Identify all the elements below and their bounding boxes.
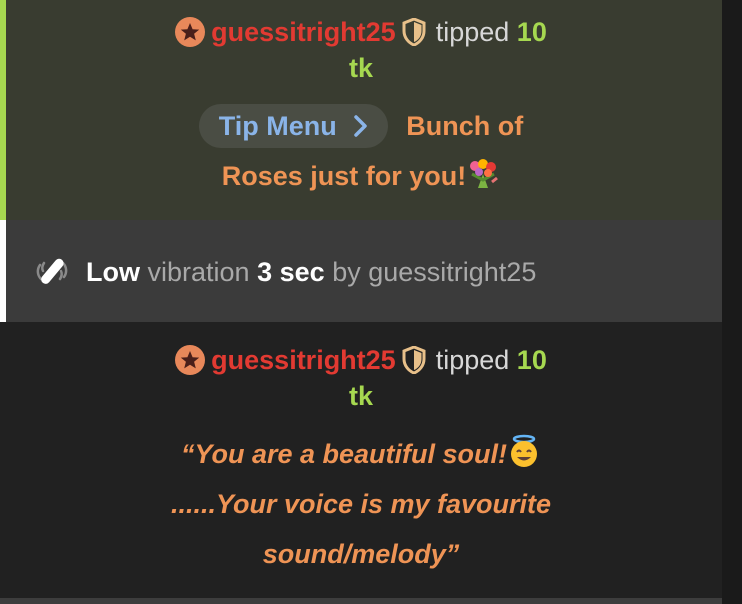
halo-smiley-icon — [507, 434, 541, 479]
tip-menu-row: Tip Menu Bunch of — [0, 104, 722, 148]
tip-header: guessitright25 tipped 10 — [0, 14, 722, 55]
vibration-word: vibration — [147, 257, 250, 287]
tip-amount: 10 — [516, 345, 547, 375]
star-badge-icon[interactable] — [175, 17, 206, 47]
bouquet-icon — [466, 158, 500, 201]
tip-quote-line-3: sound/melody” — [0, 534, 722, 574]
vibration-username[interactable]: guessitright25 — [368, 257, 536, 287]
tip-unit-line: tk — [0, 50, 722, 86]
chat-log: guessitright25 tipped 10 tk Tip Menu Bun… — [0, 0, 742, 604]
tip-message: guessitright25 tipped 10 tk Tip Menu Bun… — [0, 0, 722, 220]
chevron-right-icon — [354, 106, 368, 150]
quote-text-1: “You are a beautiful soul! — [180, 439, 508, 469]
tip-item-text-part2: Roses just for you! — [221, 161, 467, 191]
tip-menu-label: Tip Menu — [218, 111, 337, 141]
next-message-edge — [0, 598, 722, 604]
tip-amount: 10 — [516, 17, 547, 47]
tip-unit-line: tk — [0, 378, 722, 414]
tip-quote-line-1: “You are a beautiful soul! — [0, 434, 722, 479]
username-link[interactable]: guessitright25 — [211, 345, 396, 375]
scrollbar-track[interactable] — [722, 0, 742, 604]
tip-menu-button[interactable]: Tip Menu — [198, 104, 389, 150]
tip-item-text-part1: Bunch of — [406, 111, 524, 141]
tip-quote-line-2: ......Your voice is my favourite — [0, 484, 722, 524]
vibration-level: Low — [86, 257, 140, 287]
vibration-notice: Low vibration 3 sec by guessitright25 — [0, 220, 722, 322]
tip-unit: tk — [348, 53, 373, 83]
tip-unit: tk — [348, 381, 373, 411]
quote-text-2: ......Your voice is my favourite — [170, 489, 552, 519]
star-badge-icon[interactable] — [175, 345, 206, 375]
vibration-device-icon — [34, 253, 70, 300]
tip-verb: tipped — [435, 345, 510, 375]
vibration-duration: 3 sec — [257, 257, 325, 287]
tip-item-line2: Roses just for you! — [0, 156, 722, 201]
username-link[interactable]: guessitright25 — [211, 17, 396, 47]
tip-message: guessitright25 tipped 10 tk “You are a b… — [0, 322, 722, 604]
tip-verb: tipped — [435, 17, 510, 47]
by-word: by — [332, 257, 361, 287]
quote-text-3: sound/melody” — [262, 539, 460, 569]
vibration-accent-bar — [0, 220, 6, 322]
vibration-text: Low vibration 3 sec by guessitright25 — [34, 252, 536, 300]
tip-header: guessitright25 tipped 10 — [0, 342, 722, 383]
